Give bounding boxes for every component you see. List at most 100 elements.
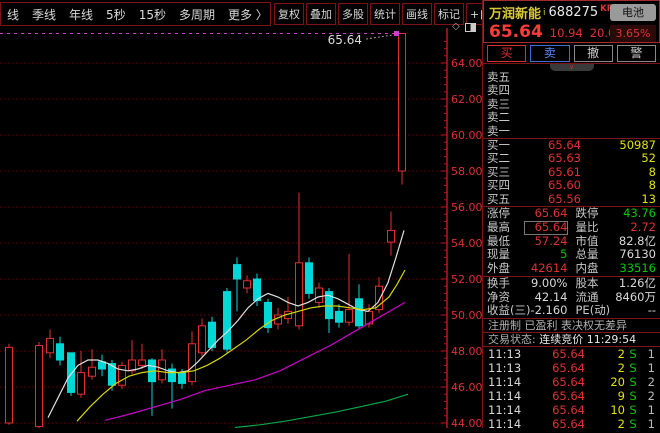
period-item[interactable]: 更多 〉 xyxy=(228,6,268,23)
toolbar-button[interactable]: 复权 xyxy=(274,3,304,25)
tick-side: S xyxy=(625,417,641,431)
tick-time: 11:14 xyxy=(488,417,521,431)
period-item[interactable]: 多周期 xyxy=(179,6,215,23)
tick-row: 11:1465.6420S2 xyxy=(483,375,660,389)
tick-time: 11:14 xyxy=(488,389,521,403)
candlestick-chart[interactable]: 64.0062.0060.0058.0056.0054.0052.0050.00… xyxy=(0,28,482,428)
stat-row: 外盘42614内盘33516 xyxy=(483,262,660,276)
stat-value: 5 xyxy=(524,248,568,262)
toolbar-button[interactable]: 叠加 xyxy=(306,3,336,25)
bid-row[interactable]: 买三65.618 xyxy=(483,166,660,179)
stat-label: 现量 xyxy=(487,248,524,262)
ask-row[interactable]: 卖一 xyxy=(483,125,660,138)
bid-row[interactable]: 买二65.6352 xyxy=(483,152,660,165)
ask-volume xyxy=(612,111,656,124)
tick-count: 2 xyxy=(641,375,655,389)
tick-side: S xyxy=(625,375,641,389)
stat-value: 76130 xyxy=(613,248,657,262)
ask-volume xyxy=(612,98,656,111)
stock-code: 688275 xyxy=(549,5,599,20)
tick-volume: 2 xyxy=(599,361,625,375)
period-toolbar: 线季线年线 5秒 15秒多周期更多 〉 xyxy=(0,2,271,26)
tick-list[interactable]: 11:1365.642S111:1365.642S111:1465.6420S2… xyxy=(483,347,660,433)
svg-text:58.00: 58.00 xyxy=(451,165,482,178)
tick-row: 11:1465.642S1 xyxy=(483,417,660,431)
tick-time: 11:14 xyxy=(488,403,521,417)
bid-price: 65.56 xyxy=(517,193,612,206)
tick-price: 65.64 xyxy=(521,361,599,375)
trade-button-plain[interactable]: 撤 xyxy=(574,45,613,62)
ask-row[interactable]: 卖五 xyxy=(483,71,660,84)
tick-side: S xyxy=(625,403,641,417)
last-price: 65.64 xyxy=(489,22,543,42)
bid-row[interactable]: 买五65.5613 xyxy=(483,193,660,206)
tick-count: 1 xyxy=(641,361,655,375)
stat-gap xyxy=(568,248,576,262)
stat-value: 42614 xyxy=(524,262,568,276)
stat-row: 最低57.24市值82.8亿 xyxy=(483,235,660,249)
svg-text:65.64: 65.64 xyxy=(328,33,362,47)
ask-label: 卖二 xyxy=(487,111,517,124)
stat-gap xyxy=(568,235,576,249)
ask-row[interactable]: 卖二 xyxy=(483,111,660,124)
period-item[interactable]: 线 xyxy=(7,6,19,23)
ask-row[interactable]: 卖四 xyxy=(483,84,660,97)
stock-header: 万润新能 i 688275 KR 65.64 10.94 20.00% 电池 3… xyxy=(483,0,660,43)
ask-levels[interactable]: 卖五卖四卖三卖二卖一 xyxy=(483,71,660,138)
trade-button-buy[interactable]: 买 xyxy=(487,45,526,62)
trade-button-plain[interactable]: 警 xyxy=(617,45,656,62)
ask-row[interactable]: 卖三 xyxy=(483,98,660,111)
tick-row: 11:1365.642S1 xyxy=(483,361,660,375)
bid-price: 65.61 xyxy=(517,166,612,179)
stock-name[interactable]: 万润新能 xyxy=(489,3,541,22)
stat-value: 65.64 xyxy=(524,207,568,221)
svg-text:48.00: 48.00 xyxy=(451,345,482,358)
industry-button[interactable]: 电池 xyxy=(610,4,656,21)
bid-row[interactable]: 买四65.608 xyxy=(483,179,660,192)
tick-count: 1 xyxy=(641,347,655,361)
bid-levels[interactable]: 买一65.6450987买二65.6352买三65.618买四65.608买五6… xyxy=(483,138,660,207)
bid-price: 65.64 xyxy=(517,139,612,152)
info-icon[interactable]: i xyxy=(543,8,546,18)
toolbar-button[interactable]: 多股 xyxy=(338,3,368,25)
tick-row: 11:1465.6410S1 xyxy=(483,403,660,417)
stat-row: 现量5总量76130 xyxy=(483,248,660,262)
tick-volume: 2 xyxy=(599,347,625,361)
toolbar-button[interactable]: 画线 xyxy=(402,3,432,25)
tick-count: 1 xyxy=(641,417,655,431)
period-item[interactable]: 年线 xyxy=(69,6,93,23)
ask-label: 卖四 xyxy=(487,84,517,97)
stat-value: 1.26亿 xyxy=(613,277,657,291)
split-window-icon[interactable] xyxy=(465,23,476,32)
stat-value: -2.160 xyxy=(524,304,568,318)
period-item[interactable]: 5秒 xyxy=(106,6,126,23)
price-change: 10.94 xyxy=(550,26,583,40)
period-item[interactable]: 15秒 xyxy=(139,6,166,23)
svg-text:50.00: 50.00 xyxy=(451,309,482,322)
stat-value: 2.72 xyxy=(613,221,657,235)
collapse-chevron-icon[interactable]: ∨ xyxy=(550,64,594,71)
tick-volume: 2 xyxy=(599,417,625,431)
diamond-marker-icon[interactable]: ◇ xyxy=(452,22,460,32)
toolbar-button[interactable]: 统计 xyxy=(370,3,400,25)
top-toolbar: 线季线年线 5秒 15秒多周期更多 〉 复权叠加多股统计画线标记+自选返回 xyxy=(0,0,482,28)
stats-block-1: 涨停65.64跌停43.76最高65.64量比2.72最低57.24市值82.8… xyxy=(483,207,660,277)
session-status: 交易状态: 连续竞价 11:29:54 xyxy=(483,333,660,347)
tick-count: 1 xyxy=(641,403,655,417)
trade-button-sell[interactable]: 卖 xyxy=(530,45,569,62)
tick-volume: 20 xyxy=(599,375,625,389)
chart-tools-toolbar: 复权叠加多股统计画线标记+自选返回 xyxy=(274,2,482,26)
period-item[interactable]: 季线 xyxy=(32,6,56,23)
orderbook-collapse: ∨ xyxy=(483,64,660,71)
stats-block-2: 换手9.00%股本1.26亿净资42.14流通8460万收益(三)-2.160P… xyxy=(483,277,660,319)
tick-side: S xyxy=(625,389,641,403)
bid-row[interactable]: 买一65.6450987 xyxy=(483,139,660,152)
svg-text:56.00: 56.00 xyxy=(451,201,482,214)
ask-volume xyxy=(612,84,656,97)
tick-price: 65.64 xyxy=(521,375,599,389)
tick-price: 65.64 xyxy=(521,347,599,361)
stat-row: 净资42.14流通8460万 xyxy=(483,291,660,305)
svg-text:44.00: 44.00 xyxy=(451,417,482,428)
ask-price xyxy=(517,71,612,84)
stat-label: 流通 xyxy=(576,291,613,305)
